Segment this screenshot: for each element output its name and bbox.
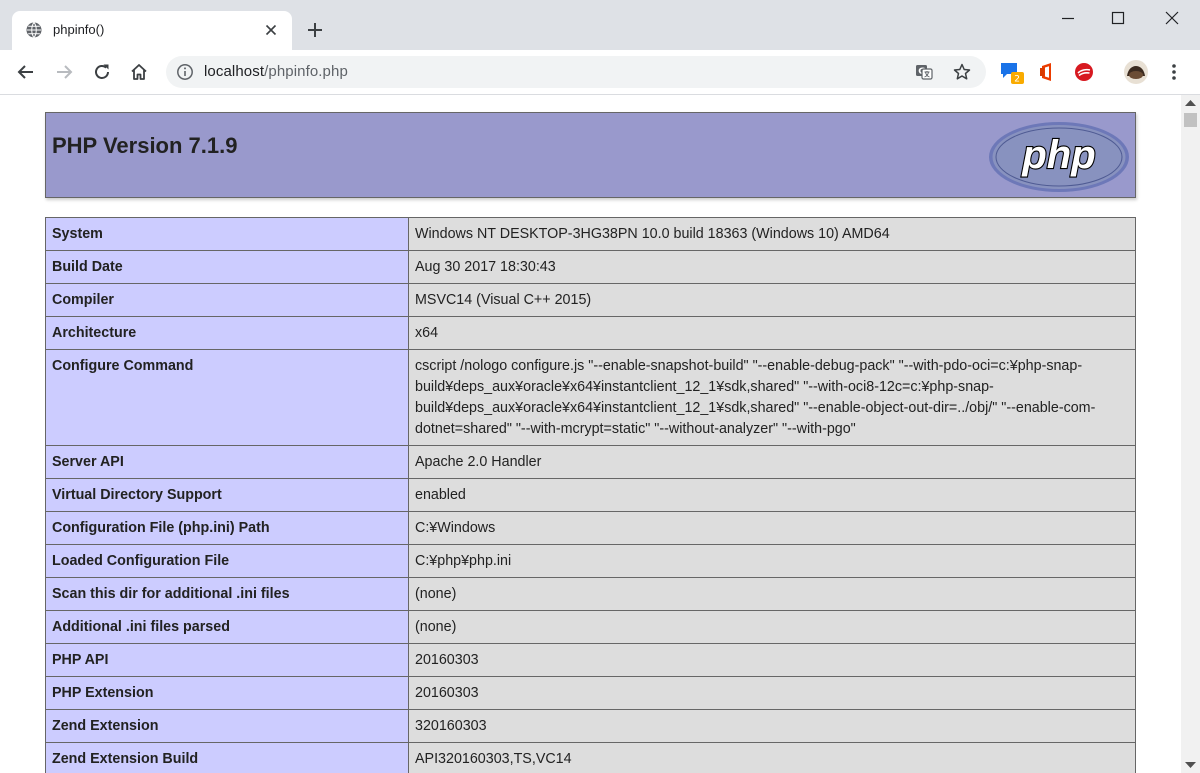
maximize-window-icon[interactable]	[1108, 8, 1128, 28]
scrollbar-thumb[interactable]	[1184, 113, 1197, 127]
info-value: C:¥php¥php.ini	[408, 544, 1136, 578]
info-row: Zend Extension 320160303	[45, 709, 1136, 743]
info-key: Architecture	[45, 316, 409, 350]
globe-icon	[26, 22, 42, 38]
info-row: Configure Command cscript /nologo configu…	[45, 349, 1136, 446]
scroll-up-arrow-icon[interactable]	[1185, 99, 1196, 107]
info-value: MSVC14 (Visual C++ 2015)	[408, 283, 1136, 317]
browser-toolbar: localhost/phpinfo.php G 2	[0, 50, 1200, 95]
address-bar[interactable]: localhost/phpinfo.php G	[166, 56, 986, 88]
info-key: Configuration File (php.ini) Path	[45, 511, 409, 545]
profile-avatar-icon[interactable]	[1123, 59, 1149, 85]
php-logo-text: php	[1021, 133, 1095, 177]
browser-title-bar: phpinfo()	[0, 0, 1200, 50]
info-key: PHP API	[45, 643, 409, 677]
info-row: Zend Extension Build API320160303,TS,VC14	[45, 742, 1136, 773]
info-value: x64	[408, 316, 1136, 350]
new-tab-plus-icon[interactable]	[305, 20, 325, 40]
info-value: enabled	[408, 478, 1136, 512]
home-icon[interactable]	[128, 61, 150, 83]
info-key: Virtual Directory Support	[45, 478, 409, 512]
info-value: Apache 2.0 Handler	[408, 445, 1136, 479]
chat-extension-icon[interactable]: 2	[999, 59, 1025, 85]
info-key: PHP Extension	[45, 676, 409, 710]
info-row: Configuration File (php.ini) Path C:¥Wind…	[45, 511, 1136, 545]
site-info-icon[interactable]	[176, 63, 194, 81]
bookmark-star-icon[interactable]	[952, 62, 972, 82]
close-window-icon[interactable]	[1162, 8, 1182, 28]
info-row: Loaded Configuration File C:¥php¥php.ini	[45, 544, 1136, 578]
php-version-title: PHP Version 7.1.9	[52, 133, 238, 158]
info-value: Windows NT DESKTOP-3HG38PN 10.0 build 18…	[408, 217, 1136, 251]
info-key: Loaded Configuration File	[45, 544, 409, 578]
back-arrow-icon[interactable]	[15, 61, 37, 83]
translate-icon[interactable]: G	[914, 62, 934, 82]
info-row: Additional .ini files parsed (none)	[45, 610, 1136, 644]
info-key: Build Date	[45, 250, 409, 284]
info-value: API320160303,TS,VC14	[408, 742, 1136, 773]
info-value: (none)	[408, 610, 1136, 644]
browser-tab[interactable]: phpinfo()	[12, 11, 292, 50]
reload-icon[interactable]	[91, 61, 113, 83]
page-viewport: PHP Version 7.1.9 php System Windows NT D…	[0, 95, 1181, 773]
info-key: Server API	[45, 445, 409, 479]
forward-arrow-icon[interactable]	[53, 61, 75, 83]
php-version-header: PHP Version 7.1.9 php	[45, 112, 1136, 198]
info-key: Configure Command	[45, 349, 409, 446]
info-key: Compiler	[45, 283, 409, 317]
info-key: Scan this dir for additional .ini files	[45, 577, 409, 611]
close-tab-icon[interactable]	[262, 21, 280, 39]
info-row: Virtual Directory Support enabled	[45, 478, 1136, 512]
info-value: C:¥Windows	[408, 511, 1136, 545]
scroll-down-arrow-icon[interactable]	[1185, 761, 1196, 769]
info-row: System Windows NT DESKTOP-3HG38PN 10.0 bu…	[45, 217, 1136, 251]
vertical-scrollbar[interactable]	[1181, 95, 1200, 773]
extension-badge: 2	[1014, 75, 1020, 85]
info-value: 20160303	[408, 676, 1136, 710]
info-value: Aug 30 2017 18:30:43	[408, 250, 1136, 284]
address-url[interactable]: localhost/phpinfo.php	[204, 63, 348, 80]
info-row: PHP API 20160303	[45, 643, 1136, 677]
info-row: PHP Extension 20160303	[45, 676, 1136, 710]
info-value: (none)	[408, 577, 1136, 611]
info-value: 20160303	[408, 643, 1136, 677]
info-key: Additional .ini files parsed	[45, 610, 409, 644]
php-logo-icon[interactable]: php	[987, 120, 1131, 194]
tab-title: phpinfo()	[53, 22, 105, 37]
info-row: Compiler MSVC14 (Visual C++ 2015)	[45, 283, 1136, 317]
info-value: cscript /nologo configure.js "--enable-s…	[408, 349, 1136, 446]
office-extension-icon[interactable]	[1036, 61, 1058, 83]
info-key: Zend Extension	[45, 709, 409, 743]
info-row: Build Date Aug 30 2017 18:30:43	[45, 250, 1136, 284]
info-key: System	[45, 217, 409, 251]
info-row: Server API Apache 2.0 Handler	[45, 445, 1136, 479]
info-value: 320160303	[408, 709, 1136, 743]
php-info-table: System Windows NT DESKTOP-3HG38PN 10.0 bu…	[45, 217, 1136, 773]
trend-micro-icon[interactable]	[1073, 61, 1095, 83]
url-host: localhost	[204, 63, 265, 80]
info-key: Zend Extension Build	[45, 742, 409, 773]
info-row: Scan this dir for additional .ini files(…	[45, 577, 1136, 611]
more-menu-icon[interactable]	[1163, 61, 1185, 83]
url-path: /phpinfo.php	[264, 63, 348, 80]
info-row: Architecture x64	[45, 316, 1136, 350]
minimize-window-icon[interactable]	[1058, 8, 1078, 28]
